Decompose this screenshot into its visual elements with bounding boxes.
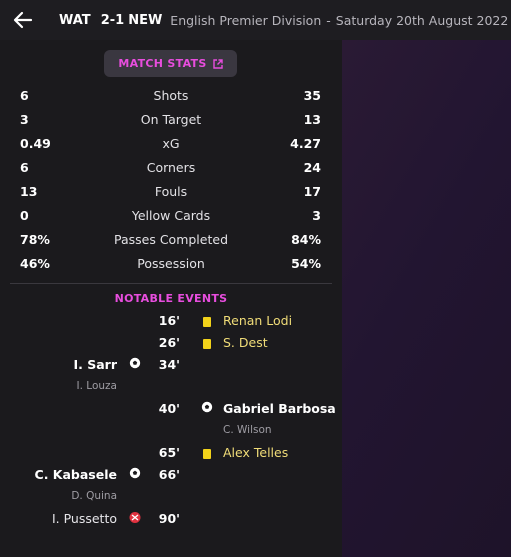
event-minute: 40'	[158, 401, 180, 416]
away-value: 84%	[291, 232, 321, 247]
section-divider	[10, 283, 332, 284]
match-stats-button[interactable]: MATCH STATS	[104, 50, 237, 77]
yellow-card-icon	[203, 339, 211, 349]
event-minute: 26'	[158, 335, 180, 350]
event-player[interactable]: Alex Telles	[223, 445, 288, 460]
event-player[interactable]: C. Kabasele	[35, 467, 117, 482]
event-assist[interactable]: I. Louza	[77, 380, 117, 392]
match-date: Saturday 20th August 2022	[335, 12, 509, 28]
stat-row-shots: 6 Shots 35	[0, 84, 342, 108]
event-minute: 66'	[158, 467, 180, 482]
football-icon	[201, 401, 213, 416]
yellow-card-icon	[203, 449, 211, 459]
event-assist[interactable]: C. Wilson	[223, 424, 272, 436]
event-minute: 16'	[158, 313, 180, 328]
away-value: 13	[303, 112, 321, 127]
stat-row-xg: 0.49 xG 4.27	[0, 132, 342, 156]
football-icon	[129, 357, 141, 372]
header-bar: WAT 2-1 NEW English Premier Division - S…	[0, 0, 511, 40]
event-assist[interactable]: D. Quina	[71, 490, 117, 502]
arrow-left-icon	[13, 11, 33, 29]
stat-row-corners: 6 Corners 24	[0, 156, 342, 180]
away-team-abbr: NEW	[128, 12, 163, 28]
away-value: 24	[303, 160, 321, 175]
away-value: 54%	[291, 256, 321, 271]
stat-row-on-target: 3 On Target 13	[0, 108, 342, 132]
injury-icon	[128, 511, 142, 527]
right-background-panel	[342, 40, 511, 557]
event-player[interactable]: I. Sarr	[73, 357, 117, 372]
event-minute: 65'	[158, 445, 180, 460]
popout-icon	[212, 58, 223, 69]
stat-row-passes-completed: 78% Passes Completed 84%	[0, 228, 342, 252]
match-score: 2-1	[100, 12, 125, 28]
stats-table: 6 Shots 35 3 On Target 13 0.49 xG 4.27 6…	[0, 84, 342, 276]
event-player[interactable]: I. Pussetto	[52, 511, 117, 526]
competition-name: English Premier Division	[170, 12, 322, 28]
match-stats-label: MATCH STATS	[118, 57, 207, 70]
stat-label: Fouls	[154, 184, 188, 199]
home-team-abbr: WAT	[59, 12, 91, 28]
stat-row-fouls: 13 Fouls 17	[0, 180, 342, 204]
stat-label: Corners	[146, 160, 196, 175]
away-value: 35	[303, 88, 321, 103]
back-button[interactable]	[10, 8, 36, 32]
event-minute: 34'	[158, 357, 180, 372]
stat-label: Yellow Cards	[131, 208, 211, 223]
stat-row-possession: 46% Possession 54%	[0, 252, 342, 276]
match-title: WAT 2-1 NEW English Premier Division - S…	[59, 11, 508, 29]
stat-label: On Target	[140, 112, 202, 127]
stat-label: Shots	[153, 88, 189, 103]
football-icon	[129, 467, 141, 482]
title-separator: -	[326, 12, 331, 28]
away-value: 3	[312, 208, 321, 223]
stat-row-yellow-cards: 0 Yellow Cards 3	[0, 204, 342, 228]
away-value: 4.27	[290, 136, 321, 151]
event-player[interactable]: S. Dest	[223, 335, 268, 350]
yellow-card-icon	[203, 317, 211, 327]
event-player[interactable]: Gabriel Barbosa	[223, 401, 336, 416]
event-player[interactable]: Renan Lodi	[223, 313, 292, 328]
notable-events-title: NOTABLE EVENTS	[114, 292, 228, 305]
away-value: 17	[303, 184, 321, 199]
event-minute: 90'	[158, 511, 180, 526]
